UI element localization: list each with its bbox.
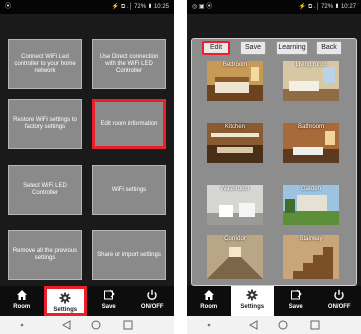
tile-connect-wifi[interactable]: Connect WiFi Led controller to your home…	[8, 39, 82, 89]
back-triangle-icon[interactable]	[61, 320, 71, 330]
power-icon	[131, 286, 175, 303]
tile-restore-wifi[interactable]: Restore WiFi settings to factory setting…	[8, 99, 82, 149]
nav-onoff-label: ON/OFF	[140, 304, 164, 310]
tile-share-import[interactable]: Share or import settings	[92, 230, 166, 280]
room-label: Washroom	[220, 186, 250, 192]
room-kitchen[interactable]: Kitchen	[207, 123, 263, 163]
room-label: Stairway	[299, 236, 323, 242]
nav-room-label: Room	[200, 304, 218, 310]
home-circle-icon[interactable]	[91, 320, 101, 330]
room-living-room[interactable]: Living room	[283, 61, 339, 101]
save-icon	[87, 286, 131, 303]
dot-icon	[207, 323, 211, 327]
phone-screen-settings: ⦿ ⚡ ⧉ .│ 72% ▮ 10:25 Connect WiFi Led co…	[0, 0, 174, 334]
nav-settings[interactable]: Settings	[230, 286, 275, 316]
room-corridor[interactable]: Corridor	[207, 235, 263, 279]
bottom-nav: Room Settings Save ON/OFF	[0, 286, 174, 316]
phone-screen-rooms: ◎ ▣ ⦿ ⚡ ⧉ .│ 72% ▮ 10:27 Edit Save Learn…	[187, 0, 361, 334]
status-bar-left: ⦿	[5, 4, 12, 10]
room-label: Bedroom	[222, 62, 248, 68]
room-label: Bathroom	[297, 124, 324, 130]
nav-save[interactable]: Save	[274, 286, 318, 316]
room-stairway[interactable]: Stairway	[283, 235, 339, 279]
room-washroom[interactable]: Washroom	[207, 185, 263, 225]
status-bar: ⦿ ⚡ ⧉ .│ 72% ▮ 10:25	[0, 0, 174, 14]
room-label: Kitchen	[224, 124, 245, 130]
tile-remove-settings[interactable]: Remove all the previous settings	[8, 230, 82, 280]
room-bedroom[interactable]: Bedroom	[207, 61, 263, 101]
nav-onoff[interactable]: ON/OFF	[318, 286, 361, 316]
nav-settings[interactable]: Settings	[43, 286, 87, 316]
status-bar-left: ◎ ▣ ⦿	[192, 4, 213, 10]
status-bar-right: ⚡ ⧉ .│ 72% ▮ 10:27	[298, 4, 356, 10]
system-nav-bar	[187, 316, 361, 334]
room-content: Edit Save Learning Back Bedroom Living r…	[187, 14, 361, 286]
learning-button[interactable]: Learning	[276, 41, 308, 55]
tile-direct-connection[interactable]: Use Direct connection with the WiFi LED …	[92, 39, 166, 89]
back-button[interactable]: Back	[316, 41, 342, 55]
tile-select-controller[interactable]: Select WiFi LED Controller	[8, 165, 82, 215]
nav-settings-label: Settings	[240, 304, 265, 310]
settings-grid: Connect WiFi Led controller to your home…	[8, 39, 166, 284]
recents-square-icon[interactable]	[310, 320, 320, 330]
house-icon	[0, 286, 44, 303]
nav-settings-label: Settings	[53, 307, 78, 313]
nav-save-label: Save	[101, 304, 116, 310]
gear-icon	[47, 289, 85, 306]
nav-save[interactable]: Save	[87, 286, 131, 316]
back-triangle-icon[interactable]	[248, 320, 258, 330]
edit-button[interactable]: Edit	[202, 41, 230, 55]
nav-onoff-label: ON/OFF	[327, 304, 351, 310]
room-label: Corridor	[224, 236, 246, 242]
system-nav-bar	[0, 316, 174, 334]
nav-room[interactable]: Room	[0, 286, 44, 316]
room-label: Living room	[295, 62, 327, 68]
nav-room-label: Room	[13, 304, 31, 310]
room-garden[interactable]: Garden	[283, 185, 339, 225]
nav-onoff[interactable]: ON/OFF	[131, 286, 175, 316]
dot-icon	[20, 323, 24, 327]
save-icon	[274, 286, 318, 303]
bottom-nav: Room Settings Save ON/OFF	[187, 286, 361, 316]
gear-icon	[231, 286, 275, 303]
nav-room[interactable]: Room	[187, 286, 231, 316]
tile-edit-room-information[interactable]: Edit room information	[92, 99, 166, 149]
save-button[interactable]: Save	[240, 41, 266, 55]
status-bar: ◎ ▣ ⦿ ⚡ ⧉ .│ 72% ▮ 10:27	[187, 0, 361, 14]
power-icon	[318, 286, 361, 303]
tile-wifi-settings[interactable]: WiFi settings	[92, 165, 166, 215]
room-panel: Edit Save Learning Back Bedroom Living r…	[191, 38, 357, 286]
house-icon	[187, 286, 231, 303]
nav-save-label: Save	[288, 304, 303, 310]
status-bar-right: ⚡ ⧉ .│ 72% ▮ 10:25	[111, 4, 169, 10]
room-label: Garden	[300, 186, 321, 192]
home-circle-icon[interactable]	[278, 320, 288, 330]
recents-square-icon[interactable]	[123, 320, 133, 330]
room-bathroom[interactable]: Bathroom	[283, 123, 339, 163]
settings-content: Connect WiFi Led controller to your home…	[0, 14, 174, 286]
